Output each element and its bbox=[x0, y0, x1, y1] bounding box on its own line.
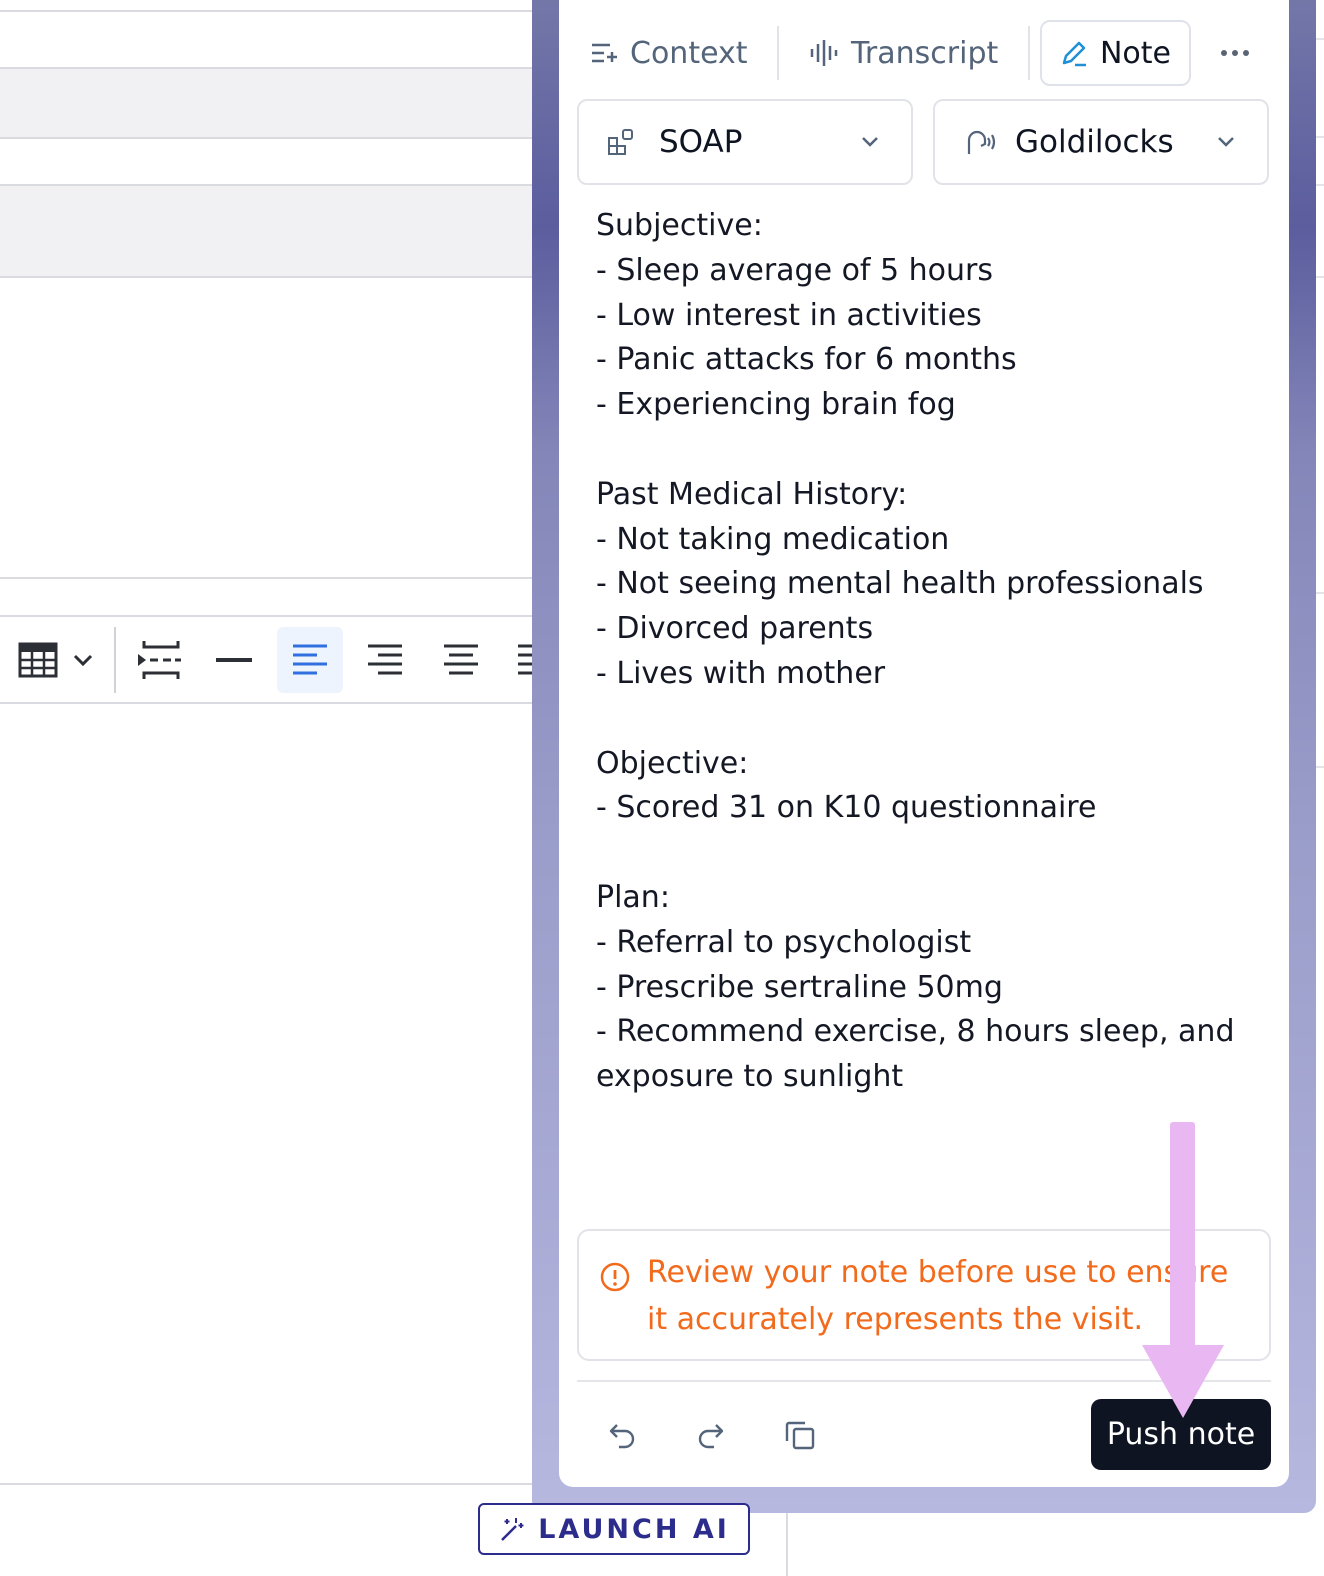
note-line: - Divorced parents bbox=[596, 611, 874, 647]
horizontal-rule-button[interactable] bbox=[201, 627, 267, 693]
magic-wand-icon bbox=[501, 1518, 524, 1541]
tab-transcript[interactable]: Transcript bbox=[809, 20, 998, 86]
divider bbox=[0, 577, 540, 579]
tab-transcript-label: Transcript bbox=[851, 35, 999, 71]
note-line: - Low interest in activities bbox=[596, 297, 982, 333]
divider bbox=[0, 67, 540, 69]
align-center-icon bbox=[444, 644, 478, 675]
align-left-icon bbox=[293, 644, 327, 675]
copy-button[interactable] bbox=[775, 1410, 825, 1460]
launch-ai-button[interactable]: LAUNCH AI bbox=[478, 1503, 750, 1555]
review-warning: Review your note before use to ensure it… bbox=[577, 1229, 1271, 1361]
note-line: - Sleep average of 5 hours bbox=[596, 252, 994, 288]
template-icon bbox=[607, 128, 641, 156]
note-line: - Recommend exercise, 8 hours sleep, and bbox=[596, 1014, 1235, 1050]
note-line: - Not seeing mental health professionals bbox=[596, 566, 1204, 602]
note-line: - Not taking medication bbox=[596, 521, 950, 557]
divider bbox=[1316, 276, 1324, 278]
launch-ai-label: LAUNCH AI bbox=[538, 1513, 730, 1545]
undo-icon bbox=[609, 1424, 635, 1449]
more-button[interactable] bbox=[1215, 20, 1255, 86]
align-right-button[interactable] bbox=[352, 627, 418, 693]
push-note-button[interactable]: Push note bbox=[1091, 1399, 1271, 1470]
tab-context[interactable]: Context bbox=[590, 20, 748, 86]
note-line: Subjective: bbox=[596, 208, 763, 243]
page-break-button[interactable] bbox=[126, 627, 192, 693]
divider bbox=[1316, 766, 1324, 768]
redo-button[interactable] bbox=[686, 1410, 736, 1460]
divider bbox=[1316, 38, 1324, 40]
note-line: - Panic attacks for 6 months bbox=[596, 342, 1017, 378]
more-icon bbox=[1221, 50, 1249, 56]
note-line: - Experiencing brain fog bbox=[596, 387, 956, 423]
divider bbox=[1316, 184, 1324, 186]
page-break-icon bbox=[138, 641, 181, 679]
undo-button[interactable] bbox=[597, 1410, 647, 1460]
copy-icon bbox=[785, 1421, 815, 1450]
divider bbox=[1316, 592, 1324, 594]
voice-style-select-value: Goldilocks bbox=[1015, 124, 1174, 160]
tab-note[interactable]: Note bbox=[1040, 20, 1191, 86]
note-line: exposure to sunlight bbox=[596, 1059, 904, 1095]
tab-separator bbox=[1028, 26, 1030, 80]
panel-tabs: Context Transcript Note bbox=[559, 20, 1289, 86]
note-line: Past Medical History: bbox=[596, 476, 908, 512]
note-line: Objective: bbox=[596, 745, 749, 781]
align-right-icon bbox=[368, 644, 402, 675]
ai-note-panel: Context Transcript Note SOAP Goldilocks … bbox=[559, 0, 1289, 1487]
align-center-button[interactable] bbox=[428, 627, 494, 693]
warning-text: Review your note before use to ensure it… bbox=[647, 1255, 1229, 1337]
template-select[interactable]: SOAP bbox=[577, 99, 913, 185]
chevron-down-icon bbox=[73, 654, 93, 667]
align-left-button[interactable] bbox=[277, 627, 343, 693]
note-blank-line bbox=[596, 831, 1256, 876]
waveform-icon bbox=[810, 40, 838, 66]
pencil-icon bbox=[1062, 41, 1086, 67]
divider bbox=[1316, 136, 1324, 138]
template-select-value: SOAP bbox=[659, 124, 743, 160]
redo-icon bbox=[698, 1424, 724, 1449]
voice-style-select[interactable]: Goldilocks bbox=[933, 99, 1269, 185]
tab-context-label: Context bbox=[630, 35, 748, 71]
note-line: - Scored 31 on K10 questionnaire bbox=[596, 790, 1097, 826]
tab-separator bbox=[777, 26, 779, 80]
note-line: Plan: bbox=[596, 879, 670, 915]
chevron-down-icon bbox=[1218, 137, 1234, 147]
divider bbox=[0, 276, 540, 278]
context-icon bbox=[592, 43, 617, 63]
note-blank-line bbox=[596, 428, 1256, 473]
note-text[interactable]: Subjective: - Sleep average of 5 hours - L… bbox=[596, 204, 1256, 1100]
divider bbox=[0, 10, 540, 12]
alert-icon bbox=[600, 1262, 630, 1292]
note-line: - Lives with mother bbox=[596, 655, 886, 691]
chevron-down-icon bbox=[862, 137, 878, 147]
note-blank-line bbox=[596, 697, 1256, 742]
tab-note-label: Note bbox=[1099, 35, 1171, 71]
insert-table-button[interactable] bbox=[10, 627, 106, 693]
form-row bbox=[0, 186, 540, 276]
toolbar-separator bbox=[114, 627, 116, 693]
table-icon bbox=[18, 642, 58, 678]
editor-toolbar bbox=[0, 617, 560, 703]
divider bbox=[786, 1512, 788, 1576]
note-line: - Referral to psychologist bbox=[596, 924, 972, 960]
divider bbox=[0, 137, 540, 139]
form-row bbox=[0, 68, 540, 138]
note-line: - Prescribe sertraline 50mg bbox=[596, 969, 1003, 1005]
footer-divider bbox=[577, 1380, 1271, 1382]
horizontal-rule-icon bbox=[216, 658, 252, 662]
voice-icon bbox=[963, 128, 997, 156]
